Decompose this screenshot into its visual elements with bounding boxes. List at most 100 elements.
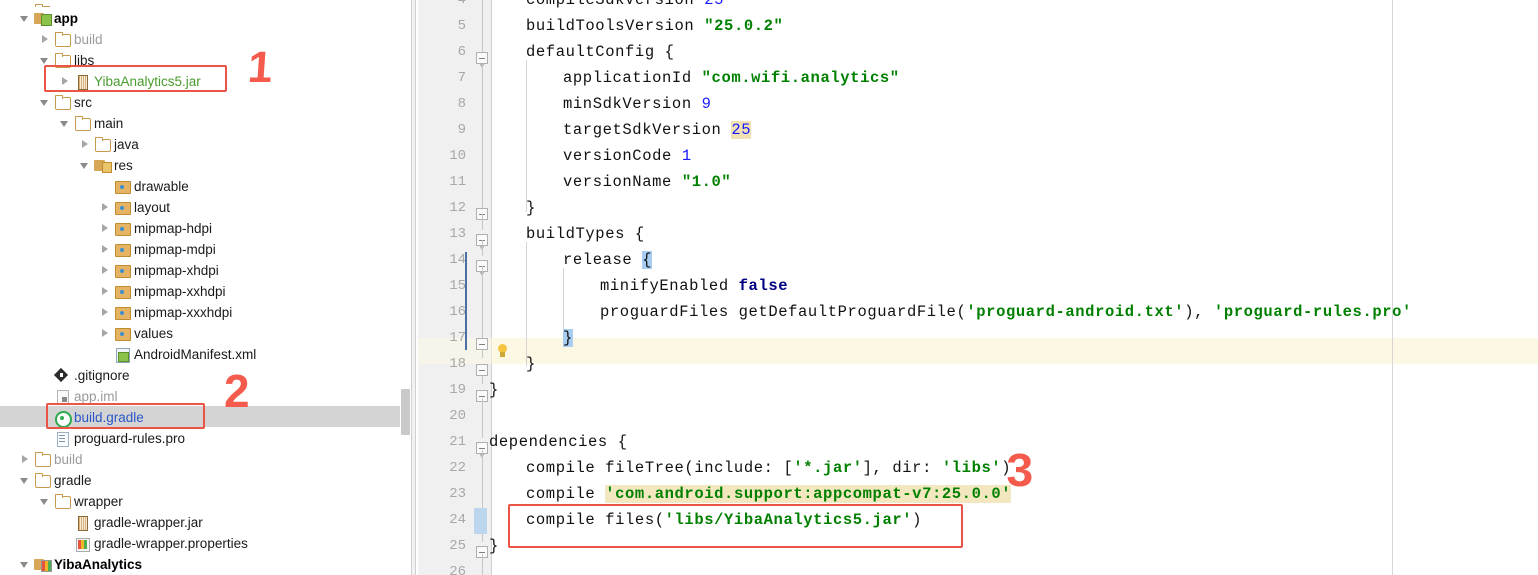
tree-scrollbar-track[interactable] [400, 0, 411, 575]
code-line-21[interactable]: dependencies { [489, 429, 628, 455]
tree-item-layout[interactable]: layout [0, 196, 411, 217]
tree-item-build[interactable]: build [0, 28, 411, 49]
chevron-right-icon[interactable] [100, 286, 111, 297]
tree-item-libs[interactable]: libs [0, 49, 411, 70]
tree-item-label: app.iml [74, 388, 118, 404]
tree-item-androidmanifest-xml[interactable]: AndroidManifest.xml [0, 343, 411, 364]
folder-java-icon [94, 136, 111, 152]
code-line-19[interactable]: } [489, 377, 499, 403]
panel-splitter[interactable] [411, 0, 416, 575]
folder-resource-icon [114, 284, 131, 299]
code-line-11[interactable]: versionName "1.0" [563, 169, 731, 195]
tree-item-java[interactable]: java [0, 133, 411, 154]
code-line-12[interactable]: } [526, 195, 536, 221]
line-number-26: 26 [449, 564, 466, 575]
code-line-23[interactable]: compile 'com.android.support:appcompat-v… [526, 481, 1012, 507]
code-line-22[interactable]: compile fileTree(include: ['*.jar'], dir… [526, 455, 1011, 481]
chevron-down-icon[interactable] [40, 97, 51, 108]
chevron-right-icon[interactable] [80, 139, 91, 150]
tree-item-gradle-wrapper-jar[interactable]: gradle-wrapper.jar [0, 511, 411, 532]
intention-bulb-icon[interactable] [496, 344, 509, 359]
tree-item-partial[interactable] [0, 0, 411, 7]
chevron-right-icon[interactable] [100, 328, 111, 339]
tree-item-label: java [114, 136, 139, 152]
code-line-6[interactable]: defaultConfig { [526, 39, 675, 65]
line-number-12: 12 [449, 200, 466, 216]
tree-item-app-iml[interactable]: app.iml [0, 385, 411, 406]
tree-item-app[interactable]: app [0, 7, 411, 28]
no-chevron-spacer [60, 517, 71, 528]
chevron-right-icon[interactable] [100, 307, 111, 318]
project-tree-list[interactable]: app build libs YibaAnalytics5.jar src main jav… [0, 0, 411, 574]
tree-item-mipmap-xxhdpi[interactable]: mipmap-xxhdpi [0, 280, 411, 301]
tree-item-label: layout [134, 199, 171, 215]
chevron-right-icon[interactable] [100, 202, 111, 213]
tree-item-main[interactable]: main [0, 112, 411, 133]
tree-item-build[interactable]: build [0, 448, 411, 469]
tree-item-values[interactable]: values [0, 322, 411, 343]
chevron-right-icon[interactable] [100, 244, 111, 255]
chevron-right-icon[interactable] [60, 76, 71, 87]
code-line-24[interactable]: compile files('libs/YibaAnalytics5.jar') [526, 507, 922, 533]
chevron-down-icon[interactable] [40, 55, 51, 66]
tree-item-mipmap-xxxhdpi[interactable]: mipmap-xxxhdpi [0, 301, 411, 322]
folder-icon [54, 31, 71, 47]
code-line-15[interactable]: minifyEnabled false [600, 273, 788, 299]
chevron-down-icon[interactable] [20, 13, 31, 24]
chevron-right-icon[interactable] [100, 223, 111, 234]
chevron-right-icon[interactable] [100, 265, 111, 276]
tree-item-label: proguard-rules.pro [74, 430, 186, 446]
chevron-right-icon[interactable] [20, 454, 31, 465]
tree-item-mipmap-xhdpi[interactable]: mipmap-xhdpi [0, 259, 411, 280]
code-line-5[interactable]: buildToolsVersion "25.0.2" [526, 13, 783, 39]
code-line-13[interactable]: buildTypes { [526, 221, 645, 247]
code-line-9[interactable]: targetSdkVersion 25 [563, 117, 752, 143]
folder-resource-icon [114, 221, 131, 236]
line-number-8: 8 [457, 96, 466, 112]
tree-item-gradle[interactable]: gradle [0, 469, 411, 490]
tree-item-yibaanalytics5-jar[interactable]: YibaAnalytics5.jar [0, 70, 411, 91]
code-editor[interactable]: 4 5 6 7 8 9 10 11 12 13 14 15 16 17 18 19 20 21 22 23 24 25 26 [418, 0, 1538, 575]
tree-item-src[interactable]: src [0, 91, 411, 112]
project-tree-panel[interactable]: app build libs YibaAnalytics5.jar src main jav… [0, 0, 411, 575]
code-line-8[interactable]: minSdkVersion 9 [563, 91, 712, 117]
tree-item-yibaanalytics[interactable]: YibaAnalytics [0, 553, 411, 574]
tree-item-gitignore[interactable]: .gitignore [0, 364, 411, 385]
tree-item-proguard-rules-pro[interactable]: proguard-rules.pro [0, 427, 411, 448]
code-line-7[interactable]: applicationId "com.wifi.analytics" [563, 65, 900, 91]
line-number-14: 14 [449, 252, 466, 268]
code-line-10[interactable]: versionCode 1 [563, 143, 692, 169]
code-line-25[interactable]: } [489, 533, 499, 559]
tree-item-label: res [114, 157, 133, 173]
token-string-proguard-android: 'proguard-android.txt' [966, 303, 1185, 321]
tree-scrollbar-thumb[interactable] [401, 389, 410, 435]
tree-item-mipmap-hdpi[interactable]: mipmap-hdpi [0, 217, 411, 238]
tree-item-res[interactable]: res [0, 154, 411, 175]
token-min-sdk-version: minSdkVersion [563, 95, 692, 113]
tree-item-mipmap-mdpi[interactable]: mipmap-mdpi [0, 238, 411, 259]
caret-block [474, 508, 487, 534]
code-line-17[interactable]: } [563, 325, 573, 351]
code-line-4[interactable]: compileSdkVersion 25 [526, 0, 724, 13]
chevron-right-icon[interactable] [40, 34, 51, 45]
tree-item-drawable[interactable]: drawable [0, 175, 411, 196]
folder-resource-icon [114, 200, 131, 215]
code-line-14[interactable]: release { [563, 247, 653, 273]
tree-item-wrapper[interactable]: wrapper [0, 490, 411, 511]
chevron-down-icon[interactable] [40, 496, 51, 507]
tree-item-gradle-wrapper-properties[interactable]: gradle-wrapper.properties [0, 532, 411, 553]
code-line-18[interactable]: } [526, 351, 536, 377]
chevron-down-icon[interactable] [80, 160, 91, 171]
indent-guide [526, 60, 527, 212]
chevron-down-icon[interactable] [60, 118, 71, 129]
chevron-down-icon[interactable] [20, 475, 31, 486]
code-line-16[interactable]: proguardFiles getDefaultProguardFile('pr… [600, 299, 1412, 325]
line-number-9: 9 [457, 122, 466, 138]
chevron-down-icon[interactable] [20, 559, 31, 570]
folder-resource-icon [114, 263, 131, 278]
tree-item-build-gradle[interactable]: build.gradle [0, 406, 411, 428]
token-value-1: 1 [681, 147, 692, 165]
token-release: release [563, 251, 643, 269]
token-close-brace: } [526, 199, 536, 217]
line-number-24: 24 [449, 512, 466, 528]
